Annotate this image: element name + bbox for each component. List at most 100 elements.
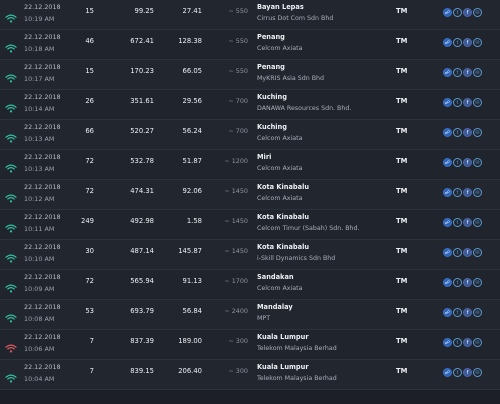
- isp-name: TM: [396, 157, 408, 165]
- email-icon[interactable]: ✉: [473, 218, 482, 227]
- link-icon[interactable]: ☍: [443, 338, 452, 347]
- share-actions: ☍ t f ✉: [443, 248, 482, 257]
- result-row[interactable]: 22.12.2018 10:14 AM 26 351.61 29.56 ~ 700 Kuch…: [0, 90, 500, 120]
- distance-value: ~ 1200: [224, 157, 248, 165]
- twitter-icon[interactable]: t: [453, 368, 462, 377]
- twitter-icon[interactable]: t: [453, 278, 462, 287]
- email-icon[interactable]: ✉: [473, 128, 482, 137]
- download-value: 351.61: [130, 97, 154, 105]
- share-actions: ☍ t f ✉: [443, 158, 482, 167]
- wifi-icon: [5, 38, 17, 53]
- sponsor-name: Cirrus Dot Com Sdn Bhd: [257, 15, 334, 22]
- twitter-icon[interactable]: t: [453, 248, 462, 257]
- link-icon[interactable]: ☍: [443, 158, 452, 167]
- twitter-icon[interactable]: t: [453, 188, 462, 197]
- facebook-icon[interactable]: f: [463, 188, 472, 197]
- ping-value: 26: [85, 97, 94, 105]
- result-row[interactable]: 22.12.2018 10:17 AM 15 170.23 66.05 ~ 550 Pena…: [0, 60, 500, 90]
- result-row[interactable]: 22.12.2018 10:18 AM 46 672.41 128.38 ~ 550 Pen…: [0, 30, 500, 60]
- distance-value: ~ 2400: [224, 307, 248, 315]
- link-icon[interactable]: ☍: [443, 38, 452, 47]
- server-name: Sandakan: [257, 273, 294, 281]
- facebook-icon[interactable]: f: [463, 38, 472, 47]
- twitter-icon[interactable]: t: [453, 128, 462, 137]
- link-icon[interactable]: ☍: [443, 98, 452, 107]
- link-icon[interactable]: ☍: [443, 218, 452, 227]
- twitter-icon[interactable]: t: [453, 98, 462, 107]
- facebook-icon[interactable]: f: [463, 158, 472, 167]
- wifi-icon: [5, 308, 17, 323]
- sponsor-name: MPT: [257, 315, 271, 322]
- ping-value: 72: [85, 277, 94, 285]
- link-icon[interactable]: ☍: [443, 248, 452, 257]
- email-icon[interactable]: ✉: [473, 278, 482, 287]
- upload-value: 92.06: [182, 187, 202, 195]
- result-row[interactable]: 22.12.2018 10:09 AM 72 565.94 91.13 ~ 1700 San…: [0, 270, 500, 300]
- result-row[interactable]: 22.12.2018 10:13 AM 66 520.27 56.24 ~ 700 Kuch…: [0, 120, 500, 150]
- twitter-icon[interactable]: t: [453, 158, 462, 167]
- wifi-icon: [5, 188, 17, 203]
- wifi-icon: [5, 98, 17, 113]
- link-icon[interactable]: ☍: [443, 128, 452, 137]
- twitter-icon[interactable]: t: [453, 8, 462, 17]
- result-row[interactable]: 22.12.2018 10:11 AM 249 492.98 1.58 ~ 1450 Kot…: [0, 210, 500, 240]
- twitter-icon[interactable]: t: [453, 308, 462, 317]
- result-row[interactable]: 22.12.2018 10:06 AM 7 837.39 189.00 ~ 300 Kual…: [0, 330, 500, 360]
- download-value: 693.79: [130, 307, 154, 315]
- share-actions: ☍ t f ✉: [443, 338, 482, 347]
- facebook-icon[interactable]: f: [463, 128, 472, 137]
- link-icon[interactable]: ☍: [443, 308, 452, 317]
- facebook-icon[interactable]: f: [463, 218, 472, 227]
- result-time: 10:11 AM: [24, 225, 55, 233]
- facebook-icon[interactable]: f: [463, 308, 472, 317]
- twitter-icon[interactable]: t: [453, 38, 462, 47]
- upload-value: 29.56: [182, 97, 202, 105]
- facebook-icon[interactable]: f: [463, 98, 472, 107]
- email-icon[interactable]: ✉: [473, 158, 482, 167]
- link-icon[interactable]: ☍: [443, 278, 452, 287]
- email-icon[interactable]: ✉: [473, 338, 482, 347]
- link-icon[interactable]: ☍: [443, 188, 452, 197]
- email-icon[interactable]: ✉: [473, 368, 482, 377]
- sponsor-name: Celcom Timur (Sabah) Sdn. Bhd.: [257, 225, 360, 232]
- link-icon[interactable]: ☍: [443, 8, 452, 17]
- facebook-icon[interactable]: f: [463, 248, 472, 257]
- email-icon[interactable]: ✉: [473, 68, 482, 77]
- result-row[interactable]: 22.12.2018 10:12 AM 72 474.31 92.06 ~ 1450 Kot…: [0, 180, 500, 210]
- twitter-icon[interactable]: t: [453, 68, 462, 77]
- result-row[interactable]: 22.12.2018 10:19 AM 15 99.25 27.41 ~ 550 Bayan…: [0, 0, 500, 30]
- email-icon[interactable]: ✉: [473, 8, 482, 17]
- email-icon[interactable]: ✉: [473, 308, 482, 317]
- facebook-icon[interactable]: f: [463, 368, 472, 377]
- results-table: 22.12.2018 10:19 AM 15 99.25 27.41 ~ 550 Bayan…: [0, 0, 500, 404]
- result-row[interactable]: 22.12.2018 10:04 AM 7 839.15 206.40 ~ 300 Kual…: [0, 360, 500, 390]
- ping-value: 249: [81, 217, 94, 225]
- server-name: Mandalay: [257, 303, 293, 311]
- result-date: 22.12.2018: [24, 273, 61, 281]
- twitter-icon[interactable]: t: [453, 218, 462, 227]
- distance-value: ~ 550: [228, 67, 248, 75]
- email-icon[interactable]: ✉: [473, 98, 482, 107]
- result-row[interactable]: 22.12.2018 10:08 AM 53 693.79 56.84 ~ 2400 Man…: [0, 300, 500, 330]
- result-date: 22.12.2018: [24, 63, 61, 71]
- email-icon[interactable]: ✉: [473, 188, 482, 197]
- isp-name: TM: [396, 67, 408, 75]
- link-icon[interactable]: ☍: [443, 368, 452, 377]
- result-time: 10:18 AM: [24, 45, 55, 53]
- email-icon[interactable]: ✉: [473, 38, 482, 47]
- result-date: 22.12.2018: [24, 333, 61, 341]
- facebook-icon[interactable]: f: [463, 8, 472, 17]
- wifi-icon: [5, 68, 17, 83]
- twitter-icon[interactable]: t: [453, 338, 462, 347]
- result-row[interactable]: 22.12.2018 10:10 AM 30 487.14 145.87 ~ 1450 Ko…: [0, 240, 500, 270]
- facebook-icon[interactable]: f: [463, 338, 472, 347]
- isp-name: TM: [396, 217, 408, 225]
- isp-name: TM: [396, 367, 408, 375]
- result-row[interactable]: 22.12.2018 10:13 AM 72 532.78 51.87 ~ 1200 Mir…: [0, 150, 500, 180]
- email-icon[interactable]: ✉: [473, 248, 482, 257]
- link-icon[interactable]: ☍: [443, 68, 452, 77]
- sponsor-name: Celcom Axiata: [257, 285, 303, 292]
- facebook-icon[interactable]: f: [463, 68, 472, 77]
- facebook-icon[interactable]: f: [463, 278, 472, 287]
- server-name: Kota Kinabalu: [257, 213, 310, 221]
